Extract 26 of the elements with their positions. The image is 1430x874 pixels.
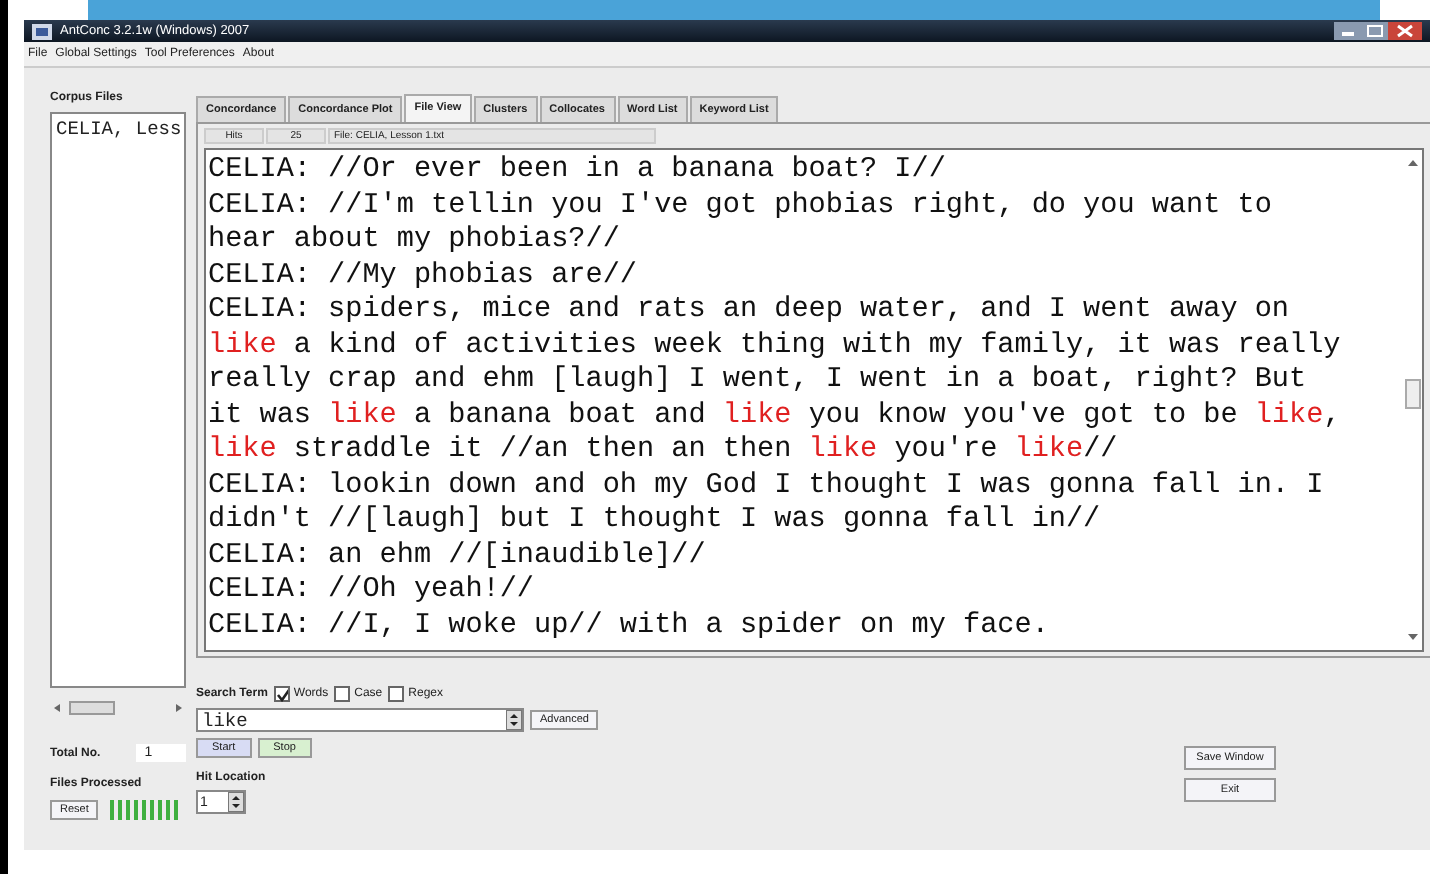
text-line: hear about my phobias?//: [208, 224, 622, 259]
app-icon: [32, 23, 52, 39]
text-line: CELIA: lookin down and oh my God I thought I was gonna fall in. I: [208, 469, 1326, 504]
text-line: didn't //[laugh] but I thought I was gonna fall in//: [208, 504, 1103, 539]
corpus-file-item[interactable]: CELIA, Less: [56, 118, 182, 140]
text-line: CELIA: spiders, mice and rats an deep water, and I went away on: [208, 294, 1292, 329]
spinner-icon[interactable]: [228, 792, 244, 812]
text-line: CELIA: //Oh yeah!//: [208, 574, 537, 609]
window-controls-icon[interactable]: [1334, 22, 1422, 40]
text-line: CELIA: an ehm //[inaudible]//: [208, 539, 708, 574]
text-line: like straddle it //an then an then like you're like//: [208, 434, 1120, 469]
spinner-icon[interactable]: [506, 710, 522, 730]
corpus-file-list[interactable]: CELIA, Less: [50, 112, 186, 688]
text-line: CELIA: //My phobias are//: [208, 259, 639, 294]
search-field[interactable]: like: [196, 708, 524, 732]
text-line: it was like a banana boat and like you know you've got to be like,: [208, 399, 1343, 434]
checkbox[interactable]: [273, 686, 290, 702]
checkbox[interactable]: [334, 686, 351, 702]
horizontal-scrollbar[interactable]: [50, 700, 186, 716]
text-line: like a kind of activities week thing with my family, it was really: [208, 329, 1343, 364]
text-line: CELIA: //Or ever been in a banana boat? I//: [208, 154, 948, 189]
progress-bar: [110, 800, 179, 820]
text-line: really crap and ehm [laugh] I went, I went in a boat, right? But: [208, 364, 1309, 399]
checkbox[interactable]: [388, 686, 405, 702]
text-line: CELIA: //I, I woke up// with a spider on my face.: [208, 609, 1051, 644]
text-line: CELIA: //I'm tellin you I've got phobias right, do you want to: [208, 189, 1274, 224]
